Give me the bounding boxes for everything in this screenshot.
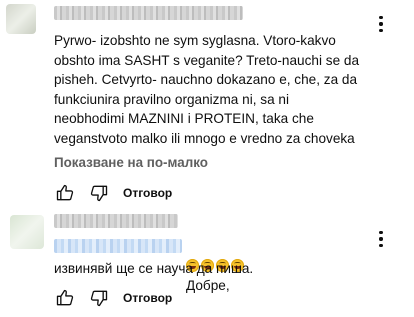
thumb-down-icon[interactable] [88, 287, 110, 309]
comment-reply: Добре, извинявй ще се науча да пиша. Отг… [0, 200, 414, 317]
show-less-link[interactable]: Показване на по-малко [54, 155, 208, 170]
comment-text: Pyrwo- izobshto ne sym syglasna. Vtoro-k… [54, 33, 360, 146]
reply-button[interactable]: Отговор [123, 291, 172, 305]
comment-text-line1: Добре, [186, 278, 230, 294]
more-vert-icon[interactable] [374, 229, 388, 249]
reply-button[interactable]: Отговор [123, 186, 172, 200]
comment: Pyrwo- izobshto ne sym syglasna. Vtoro-k… [0, 0, 414, 202]
comment-text-line2: извинявй ще се науча да пиша. [54, 261, 254, 276]
mention-link-redacted[interactable] [54, 239, 182, 253]
thumb-up-icon[interactable] [54, 287, 76, 309]
author-name-redacted [54, 214, 178, 228]
avatar[interactable] [6, 4, 36, 34]
author-name-redacted [54, 6, 243, 20]
comment-actions: Отговор [54, 287, 172, 309]
avatar[interactable] [10, 215, 44, 249]
